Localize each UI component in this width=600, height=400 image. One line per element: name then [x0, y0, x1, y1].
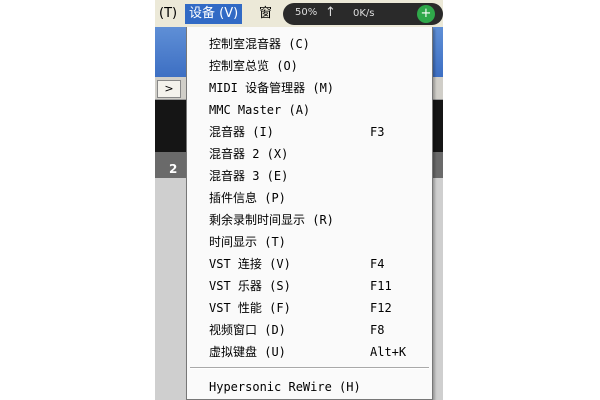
menu-item-mmc-master[interactable]: MMC Master (A)	[187, 99, 432, 121]
menu-item-label: VST 性能 (F)	[209, 301, 291, 315]
menu-item-shortcut: F11	[370, 279, 392, 293]
menu-item-label: 混音器 (I)	[209, 125, 274, 139]
menu-item-midi-device-manager[interactable]: MIDI 设备管理器 (M)	[187, 77, 432, 99]
menu-item-mixer[interactable]: 混音器 (I) F3	[187, 121, 432, 143]
menu-item-virtual-keyboard[interactable]: 虚拟键盘 (U) Alt+K	[187, 341, 432, 363]
menu-item-label: 混音器 3 (E)	[209, 169, 289, 183]
menu-item-label: Hypersonic ReWire (H)	[209, 380, 361, 394]
menu-item-label: VST 连接 (V)	[209, 257, 291, 271]
menu-item-remaining-record-time[interactable]: 剩余录制时间显示 (R)	[187, 209, 432, 231]
menu-item-shortcut: Alt+K	[370, 345, 407, 359]
menu-item-label: MIDI 设备管理器 (M)	[209, 81, 335, 95]
menu-item-hypersonic-rewire[interactable]: Hypersonic ReWire (H)	[187, 376, 432, 398]
menu-item-label: 插件信息 (P)	[209, 191, 286, 205]
menu-item-video-window[interactable]: 视频窗口 (D) F8	[187, 319, 432, 341]
menu-item-window[interactable]: 窗	[255, 4, 276, 24]
menu-item-time-display[interactable]: 时间显示 (T)	[187, 231, 432, 253]
menu-item-control-room-overview[interactable]: 控制室总览 (O)	[187, 55, 432, 77]
network-percent: 50%	[295, 7, 318, 18]
menu-bar: (T) 设备 (V) 窗 50% ↑ 0K/s +	[155, 0, 443, 28]
menu-item-shortcut: F12	[370, 301, 392, 315]
network-speed: 0K/s	[353, 8, 375, 19]
menu-item-shortcut: F8	[370, 323, 385, 337]
menu-item-label: 时间显示 (T)	[209, 235, 286, 249]
menu-item-previous[interactable]: (T)	[155, 4, 181, 24]
menu-item-label: 控制室总览 (O)	[209, 59, 298, 73]
menu-item-label: 虚拟键盘 (U)	[209, 345, 286, 359]
menu-item-label: VST 乐器 (S)	[209, 279, 291, 293]
menu-item-vst-instruments[interactable]: VST 乐器 (S) F11	[187, 275, 432, 297]
menu-item-shortcut: F4	[370, 257, 385, 271]
menu-separator	[190, 367, 429, 369]
menu-item-label: 剩余录制时间显示 (R)	[209, 213, 334, 227]
menu-item-devices[interactable]: 设备 (V)	[185, 4, 243, 24]
network-speed-widget: 50% ↑ 0K/s +	[283, 3, 443, 25]
expand-button[interactable]: >	[157, 80, 181, 98]
plus-icon[interactable]: +	[417, 5, 435, 23]
menu-item-vst-performance[interactable]: VST 性能 (F) F12	[187, 297, 432, 319]
menu-item-mixer-3[interactable]: 混音器 3 (E)	[187, 165, 432, 187]
ruler-bar-number: 2	[169, 162, 178, 176]
menu-item-vst-connections[interactable]: VST 连接 (V) F4	[187, 253, 432, 275]
upload-arrow-icon: ↑	[325, 5, 336, 20]
menu-item-mixer-2[interactable]: 混音器 2 (X)	[187, 143, 432, 165]
devices-dropdown-menu: 控制室混音器 (C) 控制室总览 (O) MIDI 设备管理器 (M) MMC Mas…	[186, 27, 433, 400]
menu-item-label: 控制室混音器 (C)	[209, 37, 310, 51]
menu-item-label: MMC Master (A)	[209, 103, 311, 117]
menu-item-label: 视频窗口 (D)	[209, 323, 286, 337]
menu-item-shortcut: F3	[370, 125, 385, 139]
menu-item-control-room-mixer[interactable]: 控制室混音器 (C)	[187, 33, 432, 55]
menu-item-label: 混音器 2 (X)	[209, 147, 289, 161]
menu-item-plugin-info[interactable]: 插件信息 (P)	[187, 187, 432, 209]
